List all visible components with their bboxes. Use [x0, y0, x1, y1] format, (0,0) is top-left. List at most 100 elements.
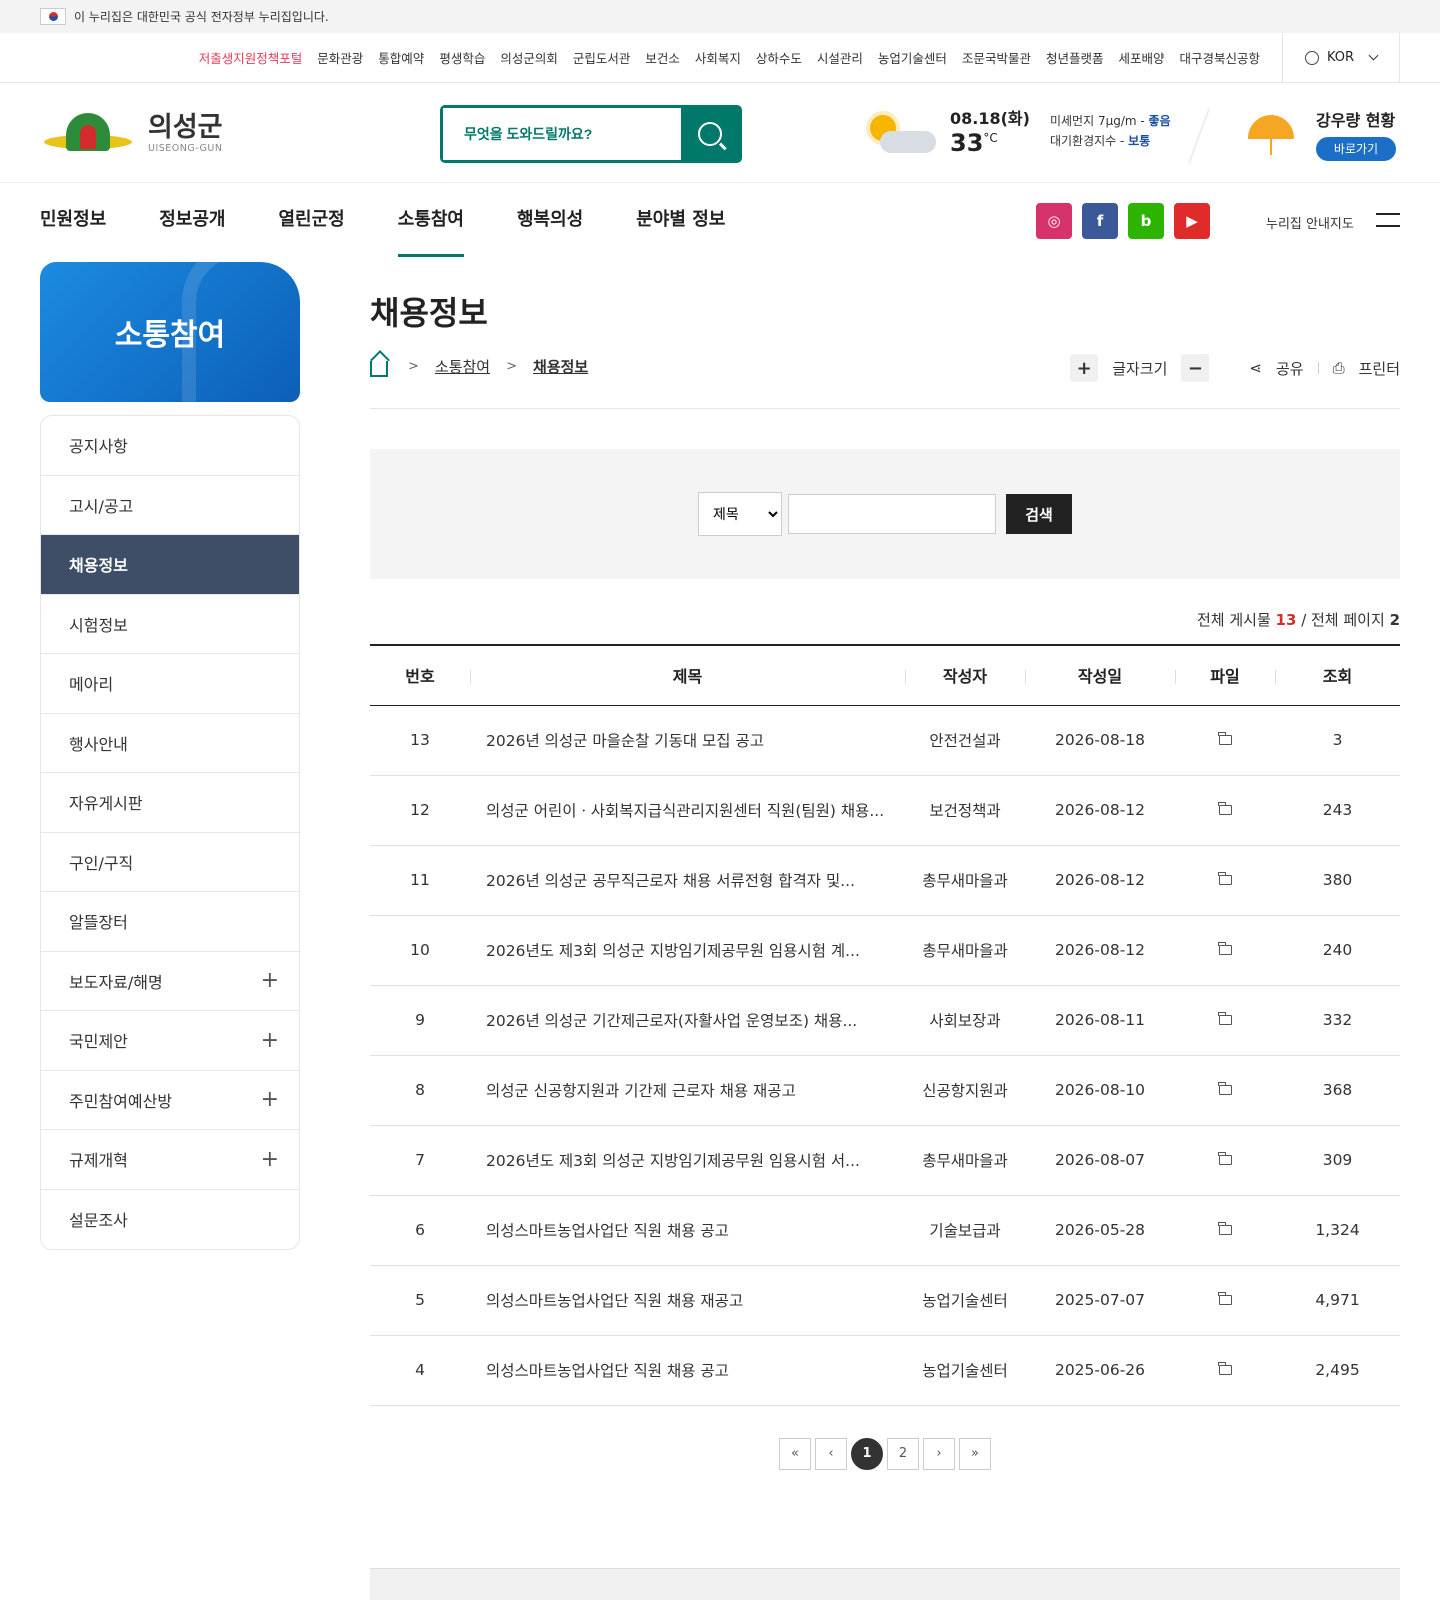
table-row[interactable]: 9 2026년 의성군 기간제근로자(자활사업 운영보조) 채용... 사회보장과 2… — [370, 985, 1400, 1056]
blog-icon[interactable]: b — [1128, 203, 1164, 239]
table-row[interactable]: 8 의성군 신공항지원과 기간제 근로자 채용 재공고 신공항지원과 2026-08-… — [370, 1055, 1400, 1126]
board-search-button[interactable]: 검색 — [1006, 494, 1072, 534]
search-field-select[interactable]: 제목 — [698, 492, 782, 536]
chevron-right-icon: > — [506, 359, 518, 374]
util-link[interactable]: 사회복지 — [695, 48, 741, 67]
sidebar-item[interactable]: 채용정보 — [41, 535, 299, 595]
sidebar-item[interactable]: 보도자료/해명 + — [41, 951, 299, 1011]
prev-page-button[interactable]: ‹ — [815, 1437, 847, 1470]
table-row[interactable]: 7 2026년도 제3회 의성군 지방임기제공무원 임용시험 서... 총무새마을과… — [370, 1125, 1400, 1196]
row-file[interactable] — [1175, 1055, 1275, 1126]
util-link[interactable]: 저출생지원정책포털 — [199, 48, 303, 67]
table-row[interactable]: 5 의성스마트농업사업단 직원 채용 재공고 농업기술센터 2025-07-07 4,9… — [370, 1265, 1400, 1336]
util-link[interactable]: 청년플랫폼 — [1046, 48, 1104, 67]
search-button[interactable] — [681, 108, 739, 160]
sidebar-item[interactable]: 행사안내 — [41, 713, 299, 773]
util-link[interactable]: 평생학습 — [439, 48, 485, 67]
print-button[interactable]: 프린터 — [1359, 358, 1400, 379]
folder-icon — [1218, 1362, 1232, 1375]
sidebar-item[interactable]: 자유게시판 — [41, 773, 299, 833]
row-file[interactable] — [1175, 705, 1275, 776]
util-link[interactable]: 세포배양 — [1118, 48, 1164, 67]
breadcrumb-item[interactable]: 소통참여 — [435, 356, 490, 377]
row-title[interactable]: 의성스마트농업사업단 직원 채용 재공고 — [470, 1265, 905, 1336]
rainfall-go-button[interactable]: 바로가기 — [1316, 137, 1396, 161]
sidebar-item[interactable]: 고시/공고 — [41, 475, 299, 535]
row-file[interactable] — [1175, 1195, 1275, 1266]
sidebar-item[interactable]: 설문조사 — [41, 1189, 299, 1249]
row-file[interactable] — [1175, 1335, 1275, 1406]
util-link[interactable]: 문화관광 — [317, 48, 363, 67]
first-page-button[interactable]: « — [779, 1437, 811, 1470]
row-title[interactable]: 의성스마트농업사업단 직원 채용 공고 — [470, 1335, 905, 1406]
util-link[interactable]: 통합예약 — [378, 48, 424, 67]
font-increase-button[interactable]: + — [1070, 354, 1099, 382]
nav-item[interactable]: 소통참여 — [397, 183, 465, 257]
instagram-icon[interactable]: ◎ — [1036, 203, 1072, 239]
row-author: 기술보급과 — [905, 1195, 1025, 1266]
util-link[interactable]: 보건소 — [645, 48, 680, 67]
table-row[interactable]: 4 의성스마트농업사업단 직원 채용 공고 농업기술센터 2025-06-26 2,49… — [370, 1335, 1400, 1406]
sidebar-item[interactable]: 메아리 — [41, 654, 299, 714]
sidebar-item[interactable]: 구인/구직 — [41, 832, 299, 892]
language-select[interactable]: KOR — [1282, 32, 1400, 83]
board-search-input[interactable] — [788, 494, 996, 534]
table-row[interactable]: 11 2026년 의성군 공무직근로자 채용 서류전형 합격자 및... 총무새마을… — [370, 845, 1400, 916]
share-button[interactable]: 공유 — [1276, 358, 1304, 379]
search-input[interactable] — [443, 108, 681, 160]
nav-item[interactable]: 행복의성 — [517, 183, 583, 257]
page-button[interactable]: 1 — [851, 1437, 883, 1470]
font-decrease-button[interactable]: − — [1181, 354, 1210, 382]
page-button[interactable]: 2 — [887, 1437, 919, 1470]
nav-item[interactable]: 민원정보 — [40, 183, 106, 257]
util-link[interactable]: 군립도서관 — [573, 48, 631, 67]
row-title[interactable]: 2026년도 제3회 의성군 지방임기제공무원 임용시험 계... — [470, 915, 905, 986]
sidebar-item[interactable]: 규제개혁 + — [41, 1130, 299, 1190]
sidebar-item[interactable]: 알뜰장터 — [41, 892, 299, 952]
facebook-icon[interactable]: f — [1082, 203, 1118, 239]
sidebar-item[interactable]: 주민참여예산방 + — [41, 1070, 299, 1130]
sidebar-item[interactable]: 시험정보 — [41, 594, 299, 654]
last-page-button[interactable]: » — [959, 1437, 991, 1470]
sitemap-link[interactable]: 누리집 안내지도 — [1266, 213, 1354, 232]
row-file[interactable] — [1175, 1265, 1275, 1336]
breadcrumb-current[interactable]: 채용정보 — [533, 356, 588, 377]
row-title[interactable]: 2026년도 제3회 의성군 지방임기제공무원 임용시험 서... — [470, 1125, 905, 1196]
util-link[interactable]: 상하수도 — [756, 48, 802, 67]
sidebar-item[interactable]: 국민제안 + — [41, 1011, 299, 1071]
row-title[interactable]: 의성스마트농업사업단 직원 채용 공고 — [470, 1195, 905, 1266]
table-row[interactable]: 12 의성군 어린이ㆍ사회복지급식관리지원센터 직원(팀원) 채용... 보건정책과… — [370, 775, 1400, 846]
util-link[interactable]: 농업기술센터 — [878, 48, 947, 67]
sidebar-item[interactable]: 공지사항 — [41, 416, 299, 476]
row-author: 보건정책과 — [905, 775, 1025, 846]
row-title[interactable]: 2026년 의성군 기간제근로자(자활사업 운영보조) 채용... — [470, 985, 905, 1056]
nav-item[interactable]: 정보공개 — [159, 183, 225, 257]
row-file[interactable] — [1175, 985, 1275, 1056]
next-page-button[interactable]: › — [923, 1437, 955, 1470]
printer-icon: ⎙ — [1332, 359, 1345, 377]
row-file[interactable] — [1175, 845, 1275, 916]
board-summary: 전체 게시물 13 / 전체 페이지 2 — [370, 609, 1400, 630]
util-link[interactable]: 의성군의회 — [500, 48, 558, 67]
row-file[interactable] — [1175, 1125, 1275, 1196]
nav-item[interactable]: 분야별 정보 — [636, 183, 725, 257]
util-link[interactable]: 시설관리 — [817, 48, 863, 67]
util-link[interactable]: 대구경북신공항 — [1179, 48, 1260, 67]
table-row[interactable]: 10 2026년도 제3회 의성군 지방임기제공무원 임용시험 계... 총무새마을… — [370, 915, 1400, 986]
site-logo[interactable]: 의성군 UISEONG-GUN — [44, 111, 223, 155]
row-file[interactable] — [1175, 775, 1275, 846]
row-title[interactable]: 2026년 의성군 공무직근로자 채용 서류전형 합격자 및... — [470, 845, 905, 916]
table-row[interactable]: 6 의성스마트농업사업단 직원 채용 공고 기술보급과 2026-05-28 1,324 — [370, 1195, 1400, 1266]
home-icon[interactable] — [370, 360, 388, 377]
row-file[interactable] — [1175, 915, 1275, 986]
nav-item[interactable]: 열린군정 — [279, 183, 345, 257]
utility-bar: 저출생지원정책포털 문화관광 통합예약 평생학습 의성군의회 군립도서관 보건소 사회복지 상하… — [0, 32, 1440, 83]
row-title[interactable]: 2026년 의성군 마을순찰 기동대 모집 공고 — [470, 705, 905, 776]
table-row[interactable]: 13 2026년 의성군 마을순찰 기동대 모집 공고 안전건설과 2026-08-1… — [370, 705, 1400, 776]
row-title[interactable]: 의성군 어린이ㆍ사회복지급식관리지원센터 직원(팀원) 채용... — [470, 775, 905, 846]
row-author: 총무새마을과 — [905, 845, 1025, 916]
menu-icon[interactable] — [1376, 213, 1400, 227]
youtube-icon[interactable]: ▶ — [1174, 203, 1210, 239]
util-link[interactable]: 조문국박물관 — [962, 48, 1031, 67]
row-title[interactable]: 의성군 신공항지원과 기간제 근로자 채용 재공고 — [470, 1055, 905, 1126]
